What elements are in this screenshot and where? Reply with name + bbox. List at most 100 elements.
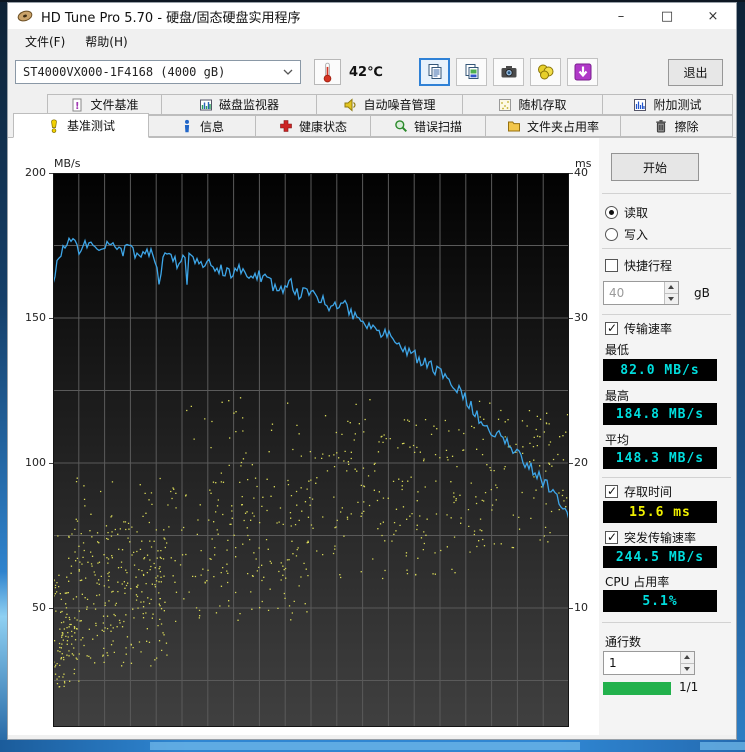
read-radio[interactable] [605, 206, 618, 219]
titlebar: HD Tune Pro 5.70 - 硬盘/固态硬盘实用程序 – □ × [8, 3, 736, 29]
tab-erase[interactable]: 擦除 [621, 115, 733, 137]
short-stroke-value: 40 [609, 286, 625, 300]
temperature-button[interactable] [314, 59, 341, 85]
burst-rate-row[interactable]: 突发传输速率 [605, 529, 696, 546]
drive-select[interactable]: ST4000VX000-1F4168 (4000 gB) [15, 60, 301, 84]
y-right-tick: 10 [574, 601, 588, 614]
random-access-icon [498, 98, 512, 112]
short-stroke-checkbox[interactable] [605, 259, 618, 272]
tab-disk-monitor[interactable]: 磁盘监视器 [162, 94, 317, 115]
copy-image-button[interactable] [456, 58, 487, 86]
write-radio[interactable] [605, 228, 618, 241]
access-time-label: 存取时间 [624, 485, 673, 499]
tab-info[interactable]: 信息 [149, 115, 256, 137]
separator [602, 314, 731, 315]
camera-icon [500, 63, 518, 81]
tick-mark [569, 463, 573, 464]
tab-row-bottom: 基准测试 信息 健康状态 错误扫描 文件夹占用率 擦除 [13, 113, 733, 138]
tab-label: 磁盘监视器 [218, 98, 279, 112]
tab-label: 文件基准 [90, 98, 139, 112]
tab-label: 健康状态 [298, 119, 347, 134]
tab-label: 擦除 [674, 119, 699, 134]
start-button[interactable]: 开始 [611, 153, 699, 181]
tab-file-benchmark[interactable]: ! 文件基准 [47, 94, 162, 115]
transfer-rate-row[interactable]: 传输速率 [605, 320, 672, 337]
window-title: HD Tune Pro 5.70 - 硬盘/固态硬盘实用程序 [41, 10, 301, 26]
transfer-rate-checkbox[interactable] [605, 321, 618, 335]
thermometer-icon [321, 62, 334, 83]
window-controls: – □ × [598, 3, 736, 29]
separator [602, 622, 731, 623]
drive-select-value: ST4000VX000-1F4168 (4000 gB) [23, 65, 226, 79]
tab-folder-usage[interactable]: 文件夹占用率 [486, 115, 621, 137]
tab-benchmark[interactable]: 基准测试 [13, 113, 149, 138]
progress-label: 1/1 [679, 680, 699, 694]
tab-aam[interactable]: 自动噪音管理 [317, 94, 463, 115]
y-right-tick: 40 [574, 166, 588, 179]
copy-text-button[interactable] [419, 58, 450, 86]
write-radio-row[interactable]: 写入 [605, 226, 648, 243]
y-right-tick: 30 [574, 311, 588, 324]
spin-up-button[interactable] [681, 652, 694, 664]
progress-bar [603, 682, 671, 695]
y-left-tick: 50 [32, 601, 46, 614]
tab-strip: ! 文件基准 磁盘监视器 自动噪音管理 随机存取 附加测试 基准测试 信息 健康… [8, 93, 736, 138]
spin-down-button[interactable] [665, 293, 678, 304]
donate-button[interactable] [530, 58, 561, 86]
disk-monitor-icon [199, 98, 213, 112]
y-left-tick: 150 [25, 311, 46, 324]
min-label: 最低 [605, 343, 630, 357]
folder-usage-icon [507, 119, 521, 133]
desktop-taskbar-glow [700, 742, 745, 750]
chevron-down-icon [283, 69, 293, 75]
exit-button[interactable]: 退出 [668, 59, 723, 86]
passes-label: 通行数 [605, 635, 642, 649]
cpu-usage-display: 5.1% [603, 590, 717, 612]
spin-up-button[interactable] [665, 282, 678, 294]
tab-label: 错误扫描 [413, 119, 462, 134]
toolbar: ST4000VX000-1F4168 (4000 gB) 42℃ 退出 [8, 53, 736, 93]
access-time-display: 15.6 ms [603, 501, 717, 523]
progress-fill [603, 682, 671, 695]
passes-value: 1 [609, 656, 617, 670]
copy-image-icon [463, 63, 481, 81]
screenshot-button[interactable] [493, 58, 524, 86]
coins-icon [537, 63, 555, 81]
file-benchmark-icon: ! [70, 98, 84, 112]
spinner-buttons [680, 652, 694, 674]
short-stroke-spinner[interactable]: 40 [603, 281, 679, 305]
tab-label: 信息 [199, 119, 224, 134]
close-button[interactable]: × [690, 3, 736, 29]
avg-label: 平均 [605, 433, 630, 447]
cpu-usage-label: CPU 占用率 [605, 575, 670, 589]
spin-down-button[interactable] [681, 663, 694, 674]
menu-help[interactable]: 帮助(H) [76, 30, 136, 53]
tab-label: 随机存取 [518, 98, 567, 112]
extra-tests-icon [633, 98, 647, 112]
access-time-row[interactable]: 存取时间 [605, 483, 672, 500]
copy-text-icon [426, 63, 444, 81]
short-stroke-row[interactable]: 快捷行程 [605, 257, 672, 274]
tab-health[interactable]: 健康状态 [256, 115, 371, 137]
tab-error-scan[interactable]: 错误扫描 [371, 115, 486, 137]
access-time-checkbox[interactable] [605, 484, 618, 498]
y-left-tick: 200 [25, 166, 46, 179]
read-radio-row[interactable]: 读取 [605, 204, 648, 221]
plot-svg [53, 173, 569, 727]
read-label: 读取 [624, 206, 649, 220]
burst-rate-checkbox[interactable] [605, 530, 618, 544]
tab-random-access[interactable]: 随机存取 [463, 94, 603, 115]
app-window: HD Tune Pro 5.70 - 硬盘/固态硬盘实用程序 – □ × 文件(… [7, 2, 737, 740]
minimize-button[interactable]: – [598, 3, 644, 29]
passes-spinner[interactable]: 1 [603, 651, 695, 675]
temperature-label: 42℃ [349, 65, 383, 80]
desktop-edge-right [737, 0, 745, 752]
max-label: 最高 [605, 389, 630, 403]
chart-pane: MB/s ms 200 150 100 50 40 30 20 10 [8, 138, 599, 735]
update-button[interactable] [567, 58, 598, 86]
maximize-button[interactable]: □ [644, 3, 690, 29]
tab-extra-tests[interactable]: 附加测试 [603, 94, 733, 115]
menu-file[interactable]: 文件(F) [16, 30, 74, 53]
erase-icon [654, 119, 668, 133]
benchmark-icon [47, 118, 61, 133]
